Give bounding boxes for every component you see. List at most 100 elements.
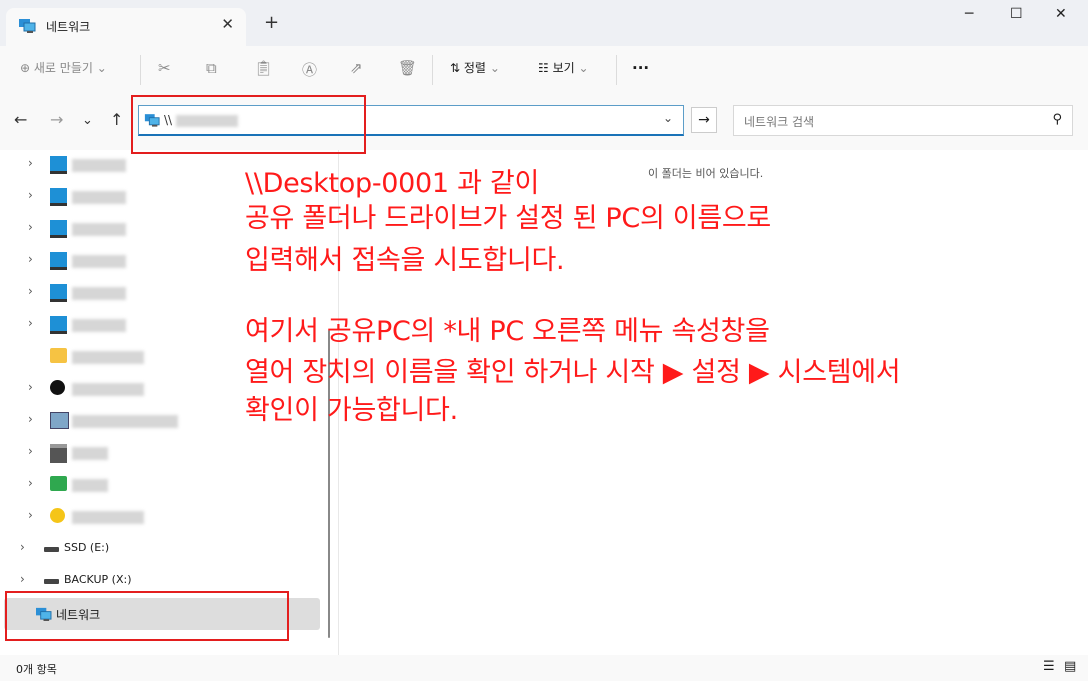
drive-label: SSD (E:)	[64, 541, 110, 554]
redacted-label	[72, 223, 126, 236]
cut-icon[interactable]: ✂	[158, 59, 171, 77]
redacted-label	[72, 479, 108, 492]
sidebar-item-ssd[interactable]: › SSD (E:)	[0, 534, 320, 564]
chevron-down-icon: ⌄	[578, 61, 589, 75]
status-bar: 0개 항목 ☰ ▤	[0, 655, 1088, 681]
tab-close-button[interactable]: ✕	[221, 15, 234, 33]
chevron-down-icon: ⌄	[96, 61, 107, 75]
view-button[interactable]: ☷ 보기 ⌄	[538, 59, 589, 76]
nav-item[interactable]: ›	[0, 278, 320, 308]
annotation-line: 공유 폴더나 드라이브가 설정 된 PC의 이름으로	[245, 203, 771, 234]
app-icon	[50, 380, 65, 395]
annotation-line: 열어 장치의 이름을 확인 하거나 시작 ▶ 설정 ▶ 시스템에서	[245, 357, 901, 388]
tab-title: 네트워크	[46, 20, 91, 34]
redacted-label	[72, 191, 126, 204]
nav-item[interactable]: ›	[0, 438, 320, 468]
nav-item[interactable]: ›	[0, 502, 320, 532]
sort-icon: ⇅	[450, 61, 461, 75]
sort-button[interactable]: ⇅ 정렬 ⌄	[450, 59, 500, 76]
details-view-icon[interactable]: ☰	[1043, 659, 1055, 674]
chevron-right-icon[interactable]: ›	[28, 252, 33, 266]
annotation-line: 여기서 공유PC의 *내 PC 오른쪽 메뉴 속성창을	[245, 316, 770, 347]
redacted-label	[72, 255, 126, 268]
monitor-icon	[50, 188, 67, 206]
recent-locations-icon[interactable]: ⌄	[82, 113, 93, 128]
title-bar: 네트워크 ✕ + ─ ☐ ✕	[0, 0, 1088, 46]
redacted-label	[72, 351, 144, 364]
chevron-right-icon[interactable]: ›	[28, 444, 33, 458]
monitor-icon	[50, 252, 67, 270]
command-bar: ⊕ 새로 만들기 ⌄ ✂ ⧉ 📋︎ Ⓐ ⇗ 🗑︎ ⇅ 정렬 ⌄ ☷ 보기 ⌄ ·…	[0, 46, 1088, 97]
toolbar-separator	[140, 55, 141, 85]
printer-icon	[50, 444, 67, 463]
folder-icon	[50, 348, 67, 363]
minimize-button[interactable]: ─	[965, 6, 973, 22]
search-placeholder: 네트워크 검색	[744, 115, 815, 129]
new-button[interactable]: ⊕ 새로 만들기 ⌄	[20, 59, 107, 76]
redacted-label	[72, 511, 144, 524]
monitor-icon	[50, 284, 67, 302]
chevron-right-icon[interactable]: ›	[28, 188, 33, 202]
redacted-label	[72, 319, 126, 332]
sort-label: 정렬	[463, 61, 486, 75]
delete-icon[interactable]: 🗑︎	[398, 59, 417, 77]
view-label: 보기	[552, 61, 575, 75]
chevron-right-icon[interactable]: ›	[20, 572, 25, 586]
chevron-right-icon[interactable]: ›	[28, 220, 33, 234]
rename-icon[interactable]: Ⓐ	[302, 59, 317, 80]
tiles-view-icon[interactable]: ▤	[1064, 659, 1076, 674]
redacted-label	[72, 287, 126, 300]
chevron-right-icon[interactable]: ›	[20, 540, 25, 554]
paste-icon[interactable]: 📋︎	[254, 59, 273, 77]
close-window-button[interactable]: ✕	[1055, 6, 1067, 22]
copy-icon[interactable]: ⧉	[206, 59, 217, 77]
drive-icon	[44, 579, 59, 584]
monitor-icon	[50, 220, 67, 238]
view-icon: ☷	[538, 61, 549, 75]
item-count: 0개 항목	[16, 663, 57, 676]
search-box[interactable]: 네트워크 검색 ⚲	[733, 105, 1073, 136]
monitor-icon	[50, 156, 67, 174]
chevron-right-icon[interactable]: ›	[28, 508, 33, 522]
network-highlight-box	[5, 591, 289, 641]
chevron-right-icon[interactable]: ›	[28, 380, 33, 394]
tab-network[interactable]: 네트워크 ✕	[6, 8, 246, 46]
up-arrow-icon[interactable]: ↑	[110, 110, 123, 129]
address-highlight-box	[131, 95, 366, 154]
new-tab-button[interactable]: +	[264, 12, 279, 33]
forward-arrow-icon[interactable]: →	[50, 110, 63, 129]
chevron-down-icon[interactable]: ⌄	[663, 111, 673, 125]
drive-icon	[44, 547, 59, 552]
nav-item[interactable]: ›	[0, 470, 320, 500]
redacted-label	[72, 383, 144, 396]
empty-folder-message: 이 폴더는 비어 있습니다.	[648, 167, 764, 180]
toolbar-separator	[432, 55, 433, 85]
more-options-button[interactable]: ···	[632, 59, 649, 77]
chat-app-icon	[50, 508, 65, 523]
toolbar-separator	[616, 55, 617, 85]
network-icon	[18, 17, 36, 36]
go-button[interactable]: →	[691, 107, 717, 133]
window-icon	[50, 412, 69, 429]
redacted-label	[72, 447, 108, 460]
annotation-line: 입력해서 접속을 시도합니다.	[245, 245, 565, 276]
new-label: 새로 만들기	[33, 61, 93, 75]
chevron-down-icon: ⌄	[489, 61, 500, 75]
chevron-right-icon[interactable]: ›	[28, 284, 33, 298]
maximize-button[interactable]: ☐	[1010, 6, 1023, 22]
chevron-right-icon[interactable]: ›	[28, 412, 33, 426]
chevron-right-icon[interactable]: ›	[28, 316, 33, 330]
plus-circle-icon: ⊕	[20, 61, 31, 75]
redacted-label	[72, 415, 178, 428]
annotation-line: 확인이 가능합니다.	[245, 395, 458, 426]
search-icon: ⚲	[1052, 112, 1062, 127]
back-arrow-icon[interactable]: ←	[14, 110, 27, 129]
monitor-icon	[50, 316, 67, 334]
shared-folder-icon	[50, 476, 67, 491]
chevron-right-icon[interactable]: ›	[28, 156, 33, 170]
drive-label: BACKUP (X:)	[64, 573, 132, 586]
redacted-label	[72, 159, 126, 172]
annotation-line: \\Desktop-0001 과 같이	[245, 168, 539, 199]
chevron-right-icon[interactable]: ›	[28, 476, 33, 490]
share-icon[interactable]: ⇗	[350, 59, 363, 77]
